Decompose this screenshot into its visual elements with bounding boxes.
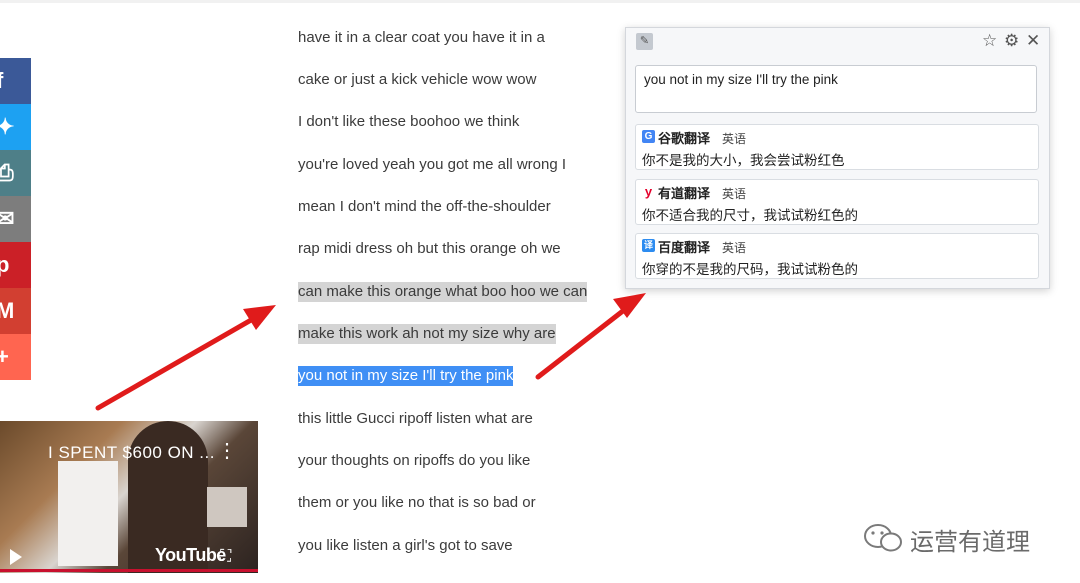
watermark: 运营有道理	[862, 520, 1052, 556]
watermark-text: 运营有道理	[910, 529, 1030, 556]
annotation-arrows	[95, 293, 646, 411]
wechat-icon	[864, 524, 902, 552]
red-arrow-right	[535, 293, 646, 380]
red-arrow-left	[95, 305, 276, 411]
